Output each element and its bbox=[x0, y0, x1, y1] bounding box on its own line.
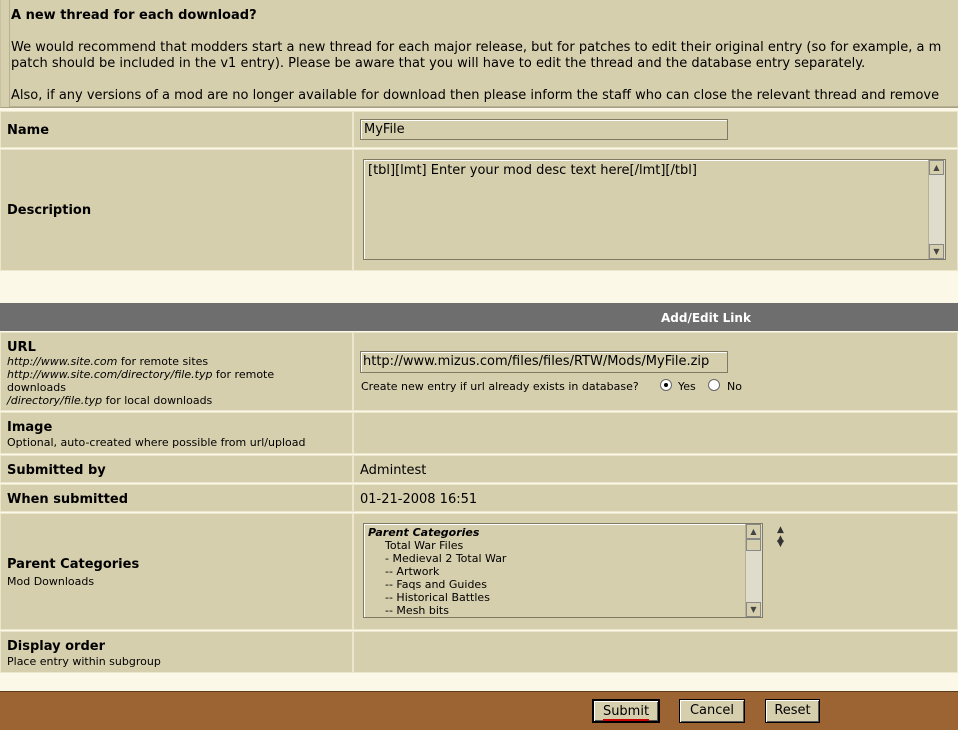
link-section-header: Add/Edit Link bbox=[0, 303, 958, 331]
display-order-sub: Place entry within subgroup bbox=[7, 655, 161, 668]
notice-inner: A new thread for each download? We would… bbox=[9, 0, 958, 107]
radio-no-label: No bbox=[727, 380, 742, 393]
submit-button[interactable]: Submit bbox=[592, 699, 660, 723]
url-help-2: http://www.site.com/directory/file.typ f… bbox=[7, 368, 275, 381]
url-input[interactable]: http://www.mizus.com/files/files/RTW/Mod… bbox=[360, 351, 728, 373]
submitted-by-label: Submitted by bbox=[7, 463, 106, 478]
name-label-cell: Name bbox=[0, 111, 353, 148]
submitted-by-cell: Admintest bbox=[353, 455, 958, 483]
when-submitted-label: When submitted bbox=[7, 492, 129, 507]
list-option[interactable]: - Medieval 2 Total War bbox=[368, 552, 758, 565]
url-label-cell: URL http://www.site.com for remote sites… bbox=[0, 332, 353, 411]
footer-bar: Submit Cancel Reset bbox=[0, 691, 958, 730]
list-option[interactable]: Total War Files bbox=[368, 539, 758, 552]
submitted-by-label-cell: Submitted by bbox=[0, 455, 353, 483]
scroll-down-icon[interactable]: ▼ bbox=[929, 244, 944, 259]
scroll-thumb[interactable] bbox=[746, 539, 761, 551]
notice-line-1: We would recommend that modders start a … bbox=[11, 40, 942, 55]
list-option[interactable]: -- Faqs and Guides bbox=[368, 578, 758, 591]
notice-heading: A new thread for each download? bbox=[11, 8, 257, 23]
parent-categories-cell: Parent Categories Total War Files - Medi… bbox=[353, 513, 958, 630]
description-text: [tbl][lmt] Enter your mod desc text here… bbox=[368, 163, 697, 178]
url-help-1: http://www.site.com for remote sites bbox=[7, 355, 209, 368]
notice-line-2: patch should be included in the v1 entry… bbox=[11, 56, 866, 71]
submit-label: Submit bbox=[602, 704, 650, 721]
parent-categories-label: Parent Categories bbox=[7, 557, 140, 572]
display-order-label-cell: Display order Place entry within subgrou… bbox=[0, 631, 353, 673]
display-order-label: Display order bbox=[7, 639, 105, 654]
url-help-3: /directory/file.typ for local downloads bbox=[7, 394, 213, 407]
scroll-up-icon[interactable]: ▲ bbox=[929, 160, 944, 175]
description-scrollbar[interactable]: ▲ ▼ bbox=[928, 160, 945, 259]
create-entry-question: Create new entry if url already exists i… bbox=[361, 380, 639, 393]
reset-button[interactable]: Reset bbox=[765, 699, 820, 723]
listbox-header: Parent Categories bbox=[368, 526, 480, 539]
description-label: Description bbox=[7, 203, 92, 218]
cancel-button[interactable]: Cancel bbox=[679, 699, 745, 723]
radio-yes-label: Yes bbox=[678, 380, 696, 393]
description-label-cell: Description bbox=[0, 149, 353, 271]
listbox-scrollbar[interactable]: ▲ ▼ bbox=[745, 524, 762, 617]
image-field-cell bbox=[353, 412, 958, 454]
reorder-down-icon[interactable]: ▼ bbox=[777, 540, 784, 549]
image-label: Image bbox=[7, 420, 53, 435]
radio-no[interactable] bbox=[708, 379, 720, 391]
url-help-2b: downloads bbox=[7, 381, 66, 394]
notice-line-3: Also, if any versions of a mod are no lo… bbox=[11, 88, 940, 103]
image-sub: Optional, auto-created where possible fr… bbox=[7, 436, 306, 449]
when-submitted-label-cell: When submitted bbox=[0, 484, 353, 512]
parent-categories-label-cell: Parent Categories Mod Downloads bbox=[0, 513, 353, 630]
radio-yes[interactable] bbox=[660, 379, 672, 391]
image-label-cell: Image Optional, auto-created where possi… bbox=[0, 412, 353, 454]
parent-categories-listbox[interactable]: Parent Categories Total War Files - Medi… bbox=[363, 523, 763, 618]
url-label: URL bbox=[7, 340, 36, 355]
description-textarea[interactable]: [tbl][lmt] Enter your mod desc text here… bbox=[363, 159, 946, 260]
list-option[interactable]: -- Mesh bits bbox=[368, 604, 758, 617]
parent-categories-sub: Mod Downloads bbox=[7, 575, 95, 588]
scroll-up-icon[interactable]: ▲ bbox=[746, 524, 761, 539]
scroll-down-icon[interactable]: ▼ bbox=[746, 602, 761, 617]
when-submitted-value: 01-21-2008 16:51 bbox=[360, 492, 478, 507]
submitted-by-value: Admintest bbox=[360, 463, 427, 478]
notice-box: A new thread for each download? We would… bbox=[0, 0, 958, 108]
name-label: Name bbox=[7, 123, 50, 138]
list-option[interactable]: -- Artwork bbox=[368, 565, 758, 578]
name-input[interactable]: MyFile bbox=[360, 119, 728, 140]
display-order-cell bbox=[353, 631, 958, 673]
link-section-title: Add/Edit Link bbox=[661, 311, 751, 325]
list-option[interactable]: -- Historical Battles bbox=[368, 591, 758, 604]
name-field-cell: MyFile bbox=[353, 111, 958, 148]
url-field-cell: http://www.mizus.com/files/files/RTW/Mod… bbox=[353, 332, 958, 411]
description-field-cell: [tbl][lmt] Enter your mod desc text here… bbox=[353, 149, 958, 271]
when-submitted-cell: 01-21-2008 16:51 bbox=[353, 484, 958, 512]
